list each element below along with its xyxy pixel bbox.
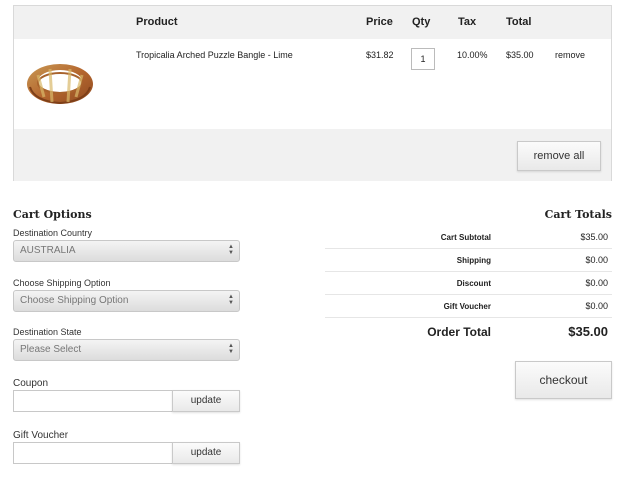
cart-totals-title: Cart Totals bbox=[544, 208, 612, 221]
coupon-input[interactable] bbox=[13, 390, 173, 412]
destination-state-select[interactable]: Please Select ▲ ▼ bbox=[13, 339, 240, 361]
discount-label: Discount bbox=[456, 279, 491, 288]
select-arrows-icon: ▲ ▼ bbox=[228, 294, 234, 306]
shipping-option-label: Choose Shipping Option bbox=[13, 278, 111, 288]
header-total: Total bbox=[506, 16, 532, 28]
coupon-update-button[interactable]: update bbox=[172, 390, 240, 412]
divider bbox=[325, 294, 612, 295]
divider bbox=[325, 248, 612, 249]
discount-value: $0.00 bbox=[585, 278, 608, 288]
shipping-option-value: Choose Shipping Option bbox=[20, 295, 129, 306]
product-price: $31.82 bbox=[366, 50, 394, 60]
table-row: Tropicalia Arched Puzzle Bangle - Lime $… bbox=[14, 39, 611, 129]
divider bbox=[325, 271, 612, 272]
select-arrows-icon: ▲ ▼ bbox=[228, 244, 234, 256]
gift-voucher-total-value: $0.00 bbox=[585, 301, 608, 311]
destination-country-value: AUSTRALIA bbox=[20, 245, 76, 256]
product-name[interactable]: Tropicalia Arched Puzzle Bangle - Lime bbox=[136, 50, 293, 60]
gift-voucher-total-label: Gift Voucher bbox=[443, 302, 491, 311]
destination-state-value: Please Select bbox=[20, 344, 82, 355]
cart-options-title: Cart Options bbox=[13, 208, 92, 221]
remove-link[interactable]: remove bbox=[555, 50, 585, 60]
header-qty: Qty bbox=[412, 16, 431, 28]
header-tax: Tax bbox=[458, 16, 477, 28]
product-image[interactable] bbox=[24, 57, 96, 109]
remove-all-button[interactable]: remove all bbox=[517, 141, 601, 171]
divider bbox=[325, 317, 612, 318]
gift-voucher-update-button[interactable]: update bbox=[172, 442, 240, 464]
cart-subtotal-value: $35.00 bbox=[580, 232, 608, 242]
header-product: Product bbox=[136, 16, 178, 28]
product-total: $35.00 bbox=[506, 50, 534, 60]
shipping-label: Shipping bbox=[456, 256, 491, 265]
checkout-button[interactable]: checkout bbox=[515, 361, 612, 399]
order-total-value: $35.00 bbox=[568, 324, 608, 339]
product-tax: 10.00% bbox=[457, 50, 488, 60]
order-total-label: Order Total bbox=[427, 325, 491, 339]
shipping-option-select[interactable]: Choose Shipping Option ▲ ▼ bbox=[13, 290, 240, 312]
select-arrows-icon: ▲ ▼ bbox=[228, 343, 234, 355]
gift-voucher-label: Gift Voucher bbox=[13, 430, 69, 441]
destination-country-select[interactable]: AUSTRALIA ▲ ▼ bbox=[13, 240, 240, 262]
header-price: Price bbox=[366, 16, 393, 28]
cart-subtotal-label: Cart Subtotal bbox=[440, 233, 491, 242]
quantity-input[interactable]: 1 bbox=[411, 48, 435, 70]
cart-table-header: Product Price Qty Tax Total bbox=[14, 6, 611, 39]
cart-table-footer: remove all bbox=[14, 129, 611, 181]
coupon-label: Coupon bbox=[13, 378, 49, 389]
cart-table: Product Price Qty Tax Total Tropicalia A… bbox=[13, 5, 612, 181]
shipping-value: $0.00 bbox=[585, 255, 608, 265]
destination-state-label: Destination State bbox=[13, 327, 82, 337]
gift-voucher-input[interactable] bbox=[13, 442, 173, 464]
destination-country-label: Destination Country bbox=[13, 228, 93, 238]
